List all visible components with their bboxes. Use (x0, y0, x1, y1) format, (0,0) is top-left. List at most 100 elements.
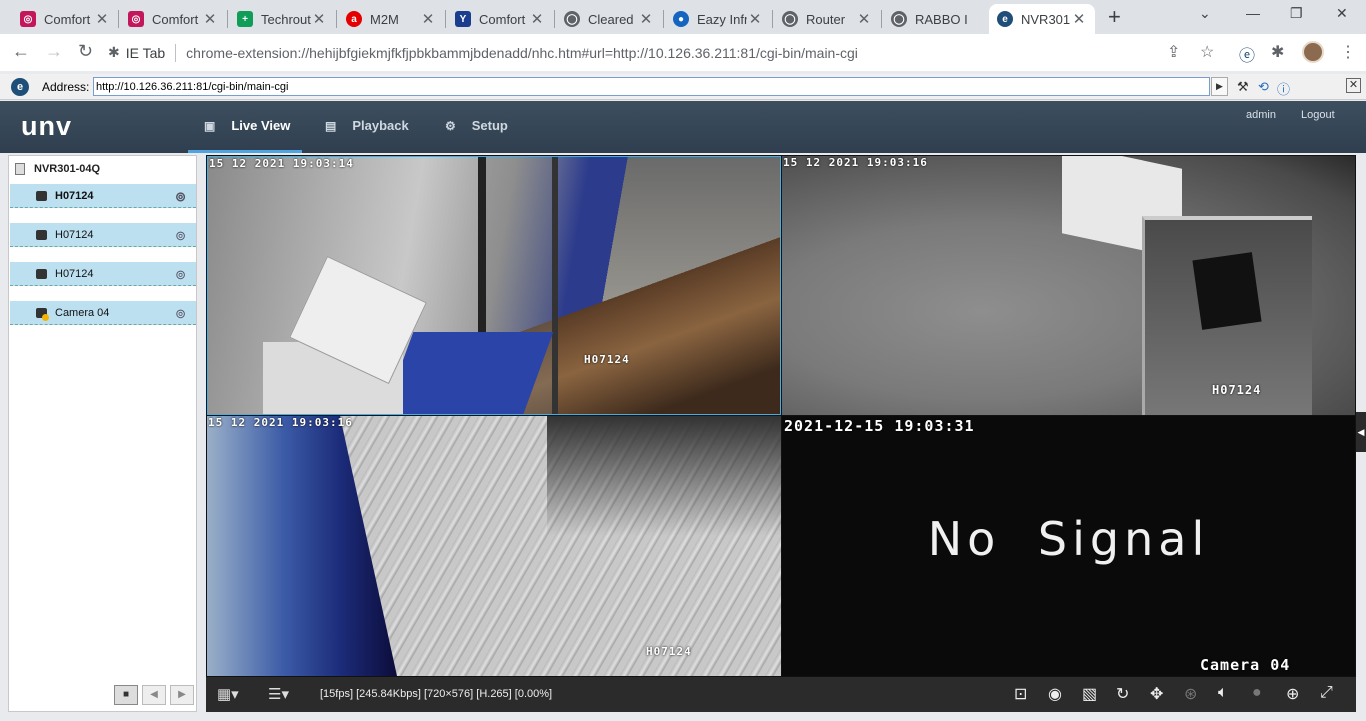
bookmark-star-icon[interactable]: ☆ (1200, 42, 1214, 62)
screen-layout-icon[interactable]: ▦▾ (217, 685, 239, 703)
video-timestamp: 2021-12-15 19:03:31 (784, 417, 975, 435)
close-icon[interactable]: ✕ (529, 10, 545, 28)
tab-divider (445, 10, 446, 28)
close-icon[interactable]: ✕ (1071, 10, 1087, 28)
close-icon[interactable]: ✕ (94, 10, 110, 28)
ie-tab-logo-icon: e (11, 78, 29, 96)
prev-page-button[interactable]: ◀ (142, 685, 166, 705)
sync-icon[interactable]: ⟲ (1258, 79, 1269, 95)
local-record-icon[interactable]: ⊡ (1014, 684, 1027, 704)
window-close-button[interactable]: ✕ (1336, 5, 1348, 22)
video-window-1[interactable]: 15 12 2021 19:03:14 H07124 (207, 156, 781, 415)
browser-tab-6[interactable]: ◯ Cleared ✕ (556, 4, 662, 34)
tools-icon[interactable]: ⚒ (1237, 79, 1249, 95)
camera-playback-icon[interactable]: ⊚ (175, 189, 186, 205)
camera-item-4[interactable]: Camera 04 ⊚ (10, 301, 196, 325)
video-channel-label: H07124 (646, 645, 692, 658)
new-tab-button[interactable]: + (1108, 4, 1121, 30)
globe-icon: ◯ (564, 11, 580, 27)
video-window-4[interactable]: 2021-12-15 19:03:31 No Signal Camera 04 (782, 416, 1355, 676)
snapshot-icon[interactable]: ◉ (1048, 684, 1062, 704)
restore-button[interactable]: ❐ (1290, 5, 1303, 22)
close-icon[interactable]: ✕ (638, 10, 654, 28)
reload-button[interactable]: ↻ (78, 41, 93, 62)
tab-setup[interactable]: ⚙ Setup (445, 118, 508, 133)
go-button[interactable]: ▶ (1211, 77, 1228, 96)
film-icon: ▤ (325, 118, 337, 133)
tab-title: NVR301 (1021, 11, 1071, 27)
video-timestamp: 15 12 2021 19:03:16 (208, 416, 353, 429)
minimize-button[interactable]: — (1246, 5, 1260, 21)
video-window-2[interactable]: 15 12 2021 19:03:16 H07124 (782, 156, 1355, 415)
clip-icon[interactable]: ▧ (1082, 684, 1097, 704)
tab-live-view[interactable]: ▣ Live View (204, 118, 290, 133)
close-icon[interactable]: ✕ (202, 10, 218, 28)
url-text: chrome-extension://hehijbfgiekmjfkfjpbkb… (186, 44, 858, 61)
live-view-toolbar: ▦▾ ☰▾ [15fps] [245.84Kbps] [720×576] [H.… (206, 677, 1356, 712)
camera-playback-icon[interactable]: ⊚ (175, 228, 186, 244)
browser-tab-2[interactable]: ◎ Comfort ✕ (120, 4, 226, 34)
globe-icon: ◯ (782, 11, 798, 27)
browser-tab-7[interactable]: ● Eazy Infr ✕ (665, 4, 771, 34)
camera-item-2[interactable]: H07124 ⊚ (10, 223, 196, 247)
digital-zoom-icon[interactable]: ⊛ (1184, 684, 1197, 704)
close-icon[interactable]: ✕ (747, 10, 763, 28)
browser-tab-active[interactable]: e NVR301 ✕ (989, 4, 1095, 34)
stream-type-icon[interactable]: ☰▾ (268, 685, 289, 703)
close-icon[interactable]: ✕ (311, 10, 327, 28)
collapse-ptz-panel-button[interactable]: ◀ (1356, 412, 1366, 452)
logout-link[interactable]: Logout (1301, 109, 1335, 121)
menu-icon[interactable]: ⋮ (1340, 42, 1356, 62)
browser-tab-8[interactable]: ◯ Router ✕ (774, 4, 880, 34)
microphone-icon[interactable]: ● (1252, 684, 1262, 702)
audio-icon[interactable]: 🔈︎ (1218, 684, 1228, 702)
share-icon[interactable]: ⇪ (1167, 42, 1180, 62)
stop-all-button[interactable]: ■ (114, 685, 138, 705)
tab-title: M2M (370, 11, 399, 27)
tab-divider (227, 10, 228, 28)
browser-tab-9[interactable]: ◯ RABBO I (883, 4, 987, 34)
nvr-device-node[interactable]: NVR301-04Q (15, 163, 100, 175)
ie-tab-extension-icon[interactable]: ⓔ (1239, 42, 1255, 66)
browser-tab-1[interactable]: ◎ Comfort ✕ (12, 4, 118, 34)
forward-button[interactable]: → (45, 41, 63, 62)
fullscreen-icon[interactable]: ⤢ (1320, 684, 1333, 702)
tab-title: Comfort (152, 11, 199, 27)
next-page-button[interactable]: ▶ (170, 685, 194, 705)
tab-search-icon[interactable]: ⌄ (1199, 5, 1211, 22)
address-bar[interactable]: ✱ IE Tab chrome-extension://hehijbfgiekm… (108, 38, 1228, 67)
browser-tab-4[interactable]: a M2M ✕ (338, 4, 444, 34)
browser-tab-5[interactable]: Y Comfort ✕ (447, 4, 553, 34)
extension-label: IE Tab (125, 44, 166, 61)
globe-icon: ◯ (891, 11, 907, 27)
ptz-icon[interactable]: ✥ (1150, 684, 1163, 704)
zoom-icon[interactable]: ⊕ (1286, 684, 1299, 704)
camera-item-3[interactable]: H07124 ⊚ (10, 262, 196, 286)
extensions-icon[interactable]: ✱ (1271, 42, 1284, 62)
ie-bar-close-button[interactable]: ✕ (1346, 78, 1361, 93)
back-button[interactable]: ← (12, 41, 30, 62)
eazy-icon: ● (673, 11, 689, 27)
tab-label: Setup (471, 118, 508, 133)
camera-name: H07124 (55, 267, 94, 280)
app-icon: ◎ (20, 11, 36, 27)
video-window-3[interactable]: 15 12 2021 19:03:16 H07124 (207, 416, 781, 676)
tab-playback[interactable]: ▤ Playback (325, 118, 409, 133)
video-timestamp: 15 12 2021 19:03:14 (209, 157, 354, 170)
help-icon[interactable]: ⓘ (1277, 79, 1290, 98)
video-channel-label: H07124 (1212, 383, 1262, 397)
camera-playback-icon[interactable]: ⊚ (175, 267, 186, 283)
tab-divider (663, 10, 664, 28)
instant-playback-icon[interactable]: ↻ (1116, 684, 1129, 704)
scene-ups-unit (1192, 252, 1262, 330)
active-tab-indicator (188, 150, 302, 153)
ie-tab-bar: e Address: ▶ ⚒ ⟲ ⓘ ✕ (0, 74, 1366, 100)
tab-divider (118, 10, 119, 28)
ie-address-input[interactable] (93, 77, 1210, 96)
camera-playback-icon[interactable]: ⊚ (175, 306, 186, 322)
camera-item-1[interactable]: H07124 ⊚ (10, 184, 196, 208)
close-icon[interactable]: ✕ (420, 10, 436, 28)
close-icon[interactable]: ✕ (856, 10, 872, 28)
browser-tab-3[interactable]: + Techrout ✕ (229, 4, 335, 34)
profile-avatar[interactable] (1302, 41, 1324, 63)
